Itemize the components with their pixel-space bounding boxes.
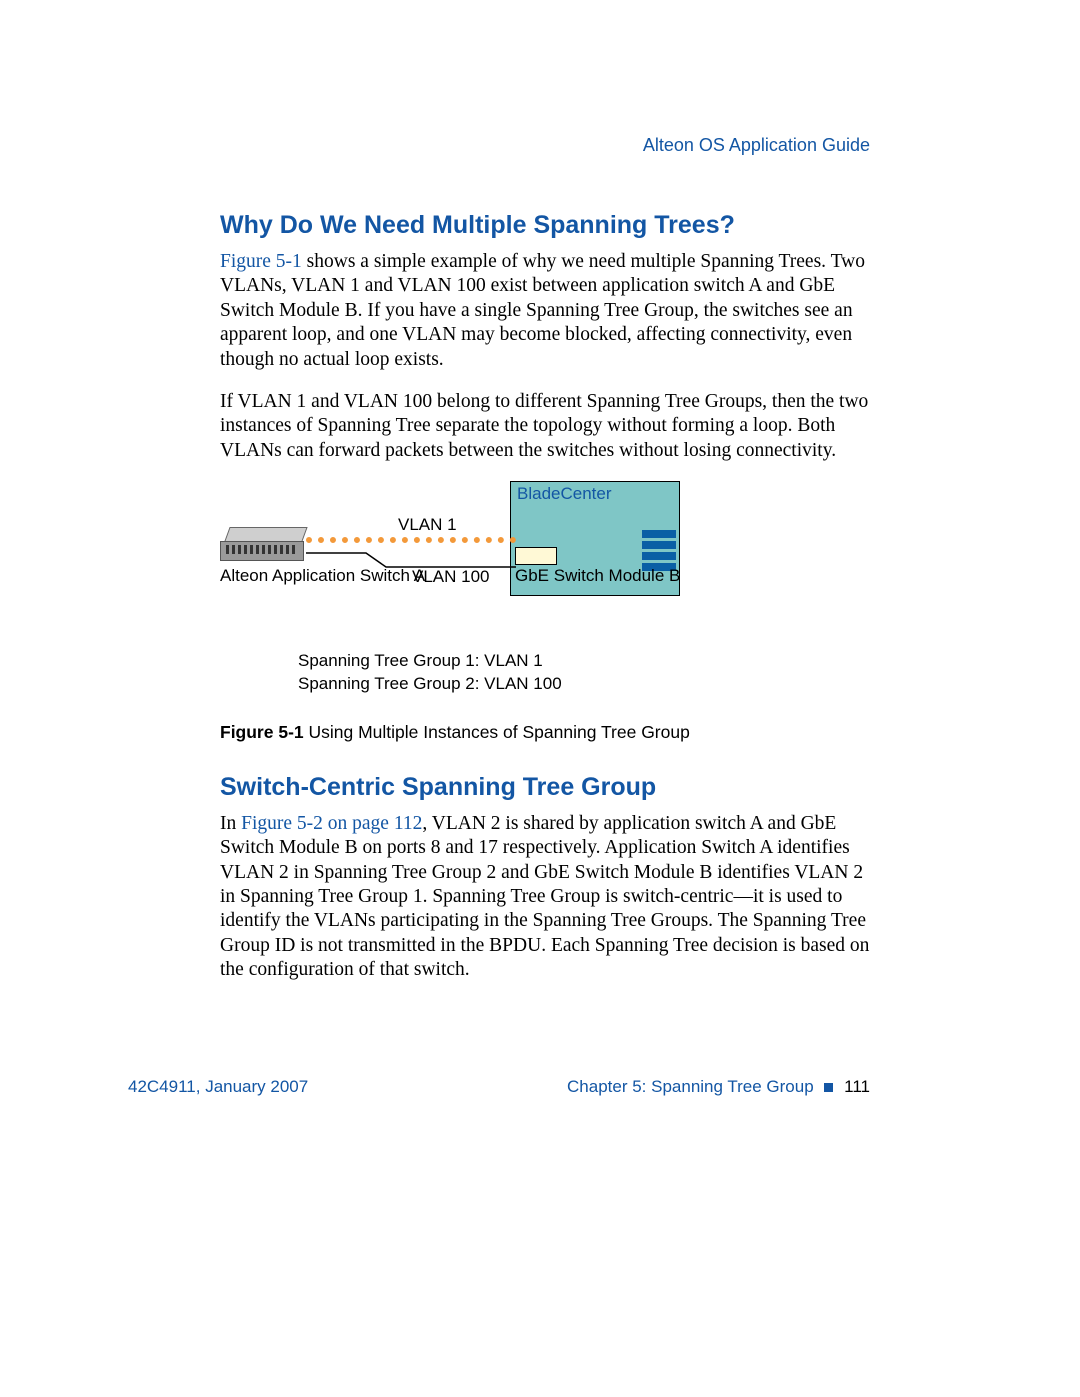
stg-line-2: Spanning Tree Group 2: VLAN 100 bbox=[298, 673, 870, 696]
diagram: BladeCenter VLAN 1 VLAN 100 bbox=[220, 481, 655, 646]
figure-5-1: BladeCenter VLAN 1 VLAN 100 bbox=[220, 481, 870, 743]
bladecenter-label: BladeCenter bbox=[517, 484, 612, 504]
module-bars-icon bbox=[642, 530, 676, 571]
label-gbe-module-b: GbE Switch Module B bbox=[515, 567, 635, 586]
para-why-2: If VLAN 1 and VLAN 100 belong to differe… bbox=[220, 390, 870, 463]
xref-figure-5-2[interactable]: Figure 5-2 on page 112 bbox=[241, 813, 422, 834]
figure-caption: Figure 5-1 Using Multiple Instances of S… bbox=[220, 722, 870, 743]
port-slot-icon bbox=[515, 547, 557, 565]
xref-figure-5-1[interactable]: Figure 5-1 bbox=[220, 251, 302, 272]
stg-line-1: Spanning Tree Group 1: VLAN 1 bbox=[298, 650, 870, 673]
heading-why-multiple-spanning-trees: Why Do We Need Multiple Spanning Trees? bbox=[220, 211, 870, 240]
page: Alteon OS Application Guide Why Do We Ne… bbox=[0, 0, 1080, 1397]
stg-legend: Spanning Tree Group 1: VLAN 1 Spanning T… bbox=[298, 650, 870, 696]
label-switch-a: Alteon Application Switch A bbox=[220, 567, 360, 586]
para-sc-rest: , VLAN 2 is shared by application switch… bbox=[220, 813, 869, 980]
running-header: Alteon OS Application Guide bbox=[220, 135, 870, 156]
figure-number: Figure 5-1 bbox=[220, 722, 304, 742]
footer-square-icon bbox=[824, 1083, 833, 1092]
para-switch-centric: In Figure 5-2 on page 112, VLAN 2 is sha… bbox=[220, 812, 870, 983]
footer-chapter-text: Chapter 5: Spanning Tree Group bbox=[567, 1077, 814, 1096]
footer-docid: 42C4911, January 2007 bbox=[128, 1077, 308, 1097]
page-footer: 42C4911, January 2007 Chapter 5: Spannin… bbox=[128, 1077, 870, 1097]
heading-switch-centric-stg: Switch-Centric Spanning Tree Group bbox=[220, 773, 870, 802]
label-vlan1: VLAN 1 bbox=[398, 515, 457, 535]
vlan1-link-icon bbox=[306, 537, 516, 543]
para-why-1-text: shows a simple example of why we need mu… bbox=[220, 251, 865, 370]
alteon-switch-icon bbox=[220, 527, 308, 563]
para-sc-pre: In bbox=[220, 813, 241, 834]
footer-chapter: Chapter 5: Spanning Tree Group 111 bbox=[567, 1077, 870, 1097]
para-why-1: Figure 5-1 shows a simple example of why… bbox=[220, 250, 870, 372]
figure-caption-text: Using Multiple Instances of Spanning Tre… bbox=[304, 722, 690, 742]
footer-page-number: 111 bbox=[844, 1077, 870, 1096]
